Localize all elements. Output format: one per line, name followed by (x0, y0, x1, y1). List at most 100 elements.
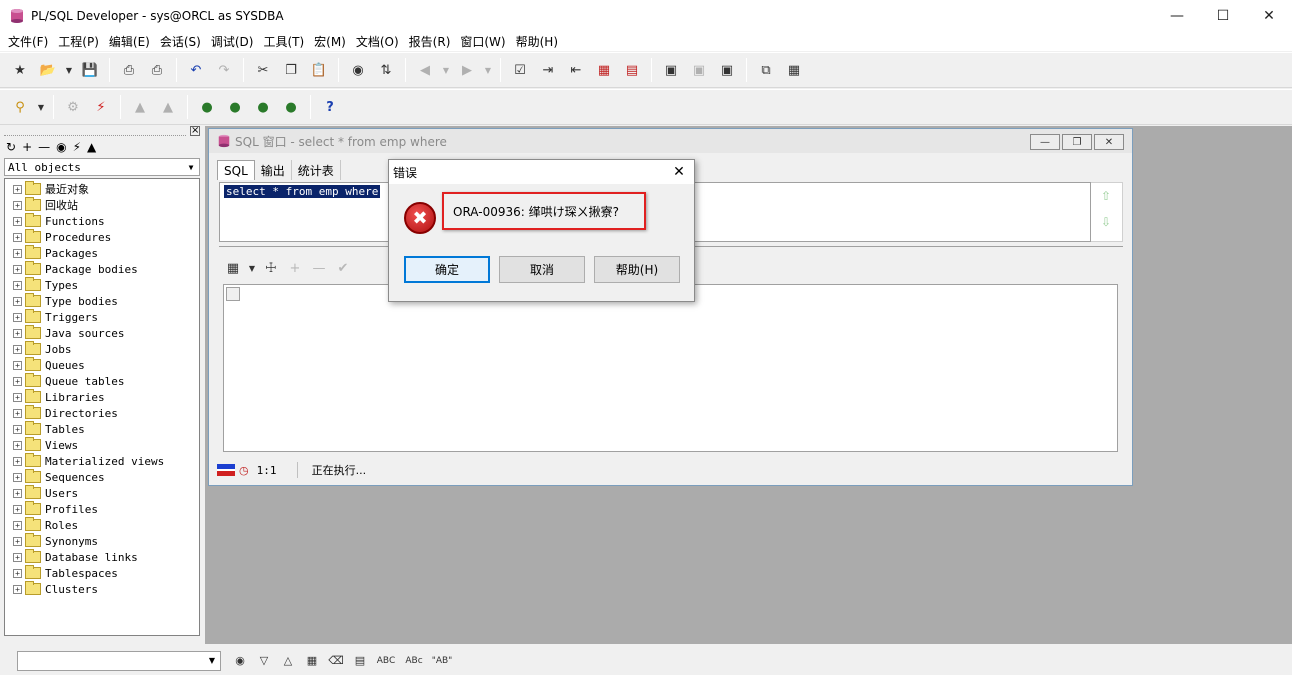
expand-icon[interactable]: + (13, 344, 22, 354)
sql-window-titlebar[interactable]: SQL 窗口 - select * from emp where — ❐ ✕ (209, 129, 1132, 153)
close-window-button[interactable]: ✕ (1246, 0, 1292, 31)
expand-icon[interactable]: + (13, 328, 22, 338)
whole-word-toggle[interactable]: ABc (401, 651, 427, 671)
expand-icon[interactable]: + (13, 536, 22, 546)
result-grid[interactable] (223, 284, 1118, 452)
tile-windows-icon[interactable]: ▦ (782, 58, 806, 82)
open-folder-icon[interactable]: 📂 (36, 58, 60, 82)
object-filter-select[interactable]: All objects ▼ (4, 158, 200, 176)
menu-help[interactable]: 帮助(H) (511, 33, 563, 50)
tree-node-functions[interactable]: + Functions (5, 213, 199, 229)
match-case-toggle[interactable]: ABC (373, 651, 399, 671)
browser-options-icon[interactable]: ▲ (87, 140, 96, 154)
arrow-down-icon[interactable]: ⇩ (1101, 215, 1111, 229)
expand-icon[interactable]: + (13, 376, 22, 386)
find-binoculars-icon[interactable]: ◉ (346, 58, 370, 82)
refresh-icon[interactable]: ↻ (6, 140, 16, 154)
tree-node-synonyms[interactable]: + Synonyms (5, 533, 199, 549)
tree-node-tables[interactable]: + Tables (5, 421, 199, 437)
chevron-down-icon[interactable]: ▼ (204, 652, 220, 670)
redo-icon[interactable]: ↷ (212, 58, 236, 82)
ok-button[interactable]: 确定 (404, 256, 490, 283)
cancel-button[interactable]: 取消 (499, 256, 585, 283)
error-dialog-titlebar[interactable]: 错误 ✕ (389, 160, 694, 184)
db-user-icon[interactable]: ● (195, 95, 219, 119)
tab-output[interactable]: 输出 (255, 160, 292, 180)
comment-icon[interactable]: ▦ (592, 58, 616, 82)
break-icon[interactable]: ⚡ (89, 95, 113, 119)
commit-icon[interactable]: ▲ (128, 95, 152, 119)
find-icon[interactable]: ◉ (56, 140, 66, 154)
expand-icon[interactable]: + (13, 424, 22, 434)
quoted-toggle[interactable]: "AB" (429, 651, 455, 671)
menu-project[interactable]: 工程(P) (53, 33, 104, 50)
expand-icon[interactable]: + (13, 296, 22, 306)
forward-icon[interactable]: ▶ (455, 58, 479, 82)
print-preview-icon[interactable]: ⎙ (145, 58, 169, 82)
query-builder-3-icon[interactable]: ▣ (715, 58, 739, 82)
menu-session[interactable]: 会话(S) (155, 33, 206, 50)
chevron-down-icon[interactable]: ▼ (183, 159, 199, 175)
panel-grip[interactable] (4, 126, 186, 136)
dialog-close-icon[interactable]: ✕ (664, 160, 694, 184)
sql-restore-button[interactable]: ❐ (1062, 134, 1092, 150)
expand-icon[interactable]: + (13, 488, 22, 498)
menu-edit[interactable]: 编辑(E) (104, 33, 155, 50)
expand-icon[interactable]: + (13, 184, 22, 194)
expand-icon[interactable]: + (13, 312, 22, 322)
expand-icon[interactable]: + (13, 264, 22, 274)
db-disconnect-icon[interactable]: ● (251, 95, 275, 119)
menu-tools[interactable]: 工具(T) (258, 33, 309, 50)
tree-node-recent[interactable]: + 最近对象 (5, 181, 199, 197)
tree-node-queue-tables[interactable]: + Queue tables (5, 373, 199, 389)
expand-icon[interactable]: + (13, 248, 22, 258)
sql-minimize-button[interactable]: — (1030, 134, 1060, 150)
tree-node-package-bodies[interactable]: + Package bodies (5, 261, 199, 277)
rollback-icon[interactable]: ▲ (156, 95, 180, 119)
expand-icon[interactable]: + (13, 216, 22, 226)
highlight-icon[interactable]: ▦ (301, 651, 323, 671)
expand-icon[interactable]: + (13, 200, 22, 210)
tree-node-profiles[interactable]: + Profiles (5, 501, 199, 517)
expand-icon[interactable]: + (13, 280, 22, 290)
copy-icon[interactable]: ❐ (279, 58, 303, 82)
tree-node-materialized-views[interactable]: + Materialized views (5, 453, 199, 469)
undo-icon[interactable]: ↶ (184, 58, 208, 82)
expand-icon[interactable]: + (13, 392, 22, 402)
menu-macro[interactable]: 宏(M) (309, 33, 351, 50)
tree-node-libraries[interactable]: + Libraries (5, 389, 199, 405)
tree-node-directories[interactable]: + Directories (5, 405, 199, 421)
db-sql-icon[interactable]: ● (223, 95, 247, 119)
help-button[interactable]: 帮助(H) (594, 256, 680, 283)
arrow-up-icon[interactable]: ⇧ (1101, 189, 1111, 203)
sql-close-button[interactable]: ✕ (1094, 134, 1124, 150)
delete-record-icon[interactable]: — (309, 258, 329, 278)
forward-dropdown-icon[interactable]: ▼ (483, 58, 493, 82)
add-icon[interactable]: + (22, 140, 32, 154)
expand-icon[interactable]: + (13, 360, 22, 370)
tree-node-sequences[interactable]: + Sequences (5, 469, 199, 485)
tree-node-packages[interactable]: + Packages (5, 245, 199, 261)
expand-icon[interactable]: + (13, 456, 22, 466)
back-icon[interactable]: ◀ (413, 58, 437, 82)
tree-node-clusters[interactable]: + Clusters (5, 581, 199, 597)
window-list-icon[interactable]: ⧉ (754, 58, 778, 82)
query-builder-icon[interactable]: ▣ (659, 58, 683, 82)
open-dropdown-icon[interactable]: ▼ (64, 58, 74, 82)
grid-select-icon[interactable]: ▦ (223, 258, 243, 278)
paste-icon[interactable]: 📋 (307, 58, 331, 82)
binoculars-icon[interactable]: ◉ (229, 651, 251, 671)
menu-window[interactable]: 窗口(W) (455, 33, 510, 50)
indent-icon[interactable]: ⇥ (536, 58, 560, 82)
tree-node-recyclebin[interactable]: + 回收站 (5, 197, 199, 213)
new-icon[interactable]: ★ (8, 58, 32, 82)
find-previous-icon[interactable]: △ (277, 651, 299, 671)
execute-gear-icon[interactable]: ⚙ (61, 95, 85, 119)
query-builder-2-icon[interactable]: ▣ (687, 58, 711, 82)
menu-debug[interactable]: 调试(D) (206, 33, 259, 50)
key-dropdown-icon[interactable]: ▼ (36, 95, 46, 119)
panel-close-icon[interactable]: × (190, 126, 200, 136)
unindent-icon[interactable]: ⇤ (564, 58, 588, 82)
grid-dropdown-icon[interactable]: ▼ (247, 258, 257, 278)
expand-icon[interactable]: + (13, 568, 22, 578)
